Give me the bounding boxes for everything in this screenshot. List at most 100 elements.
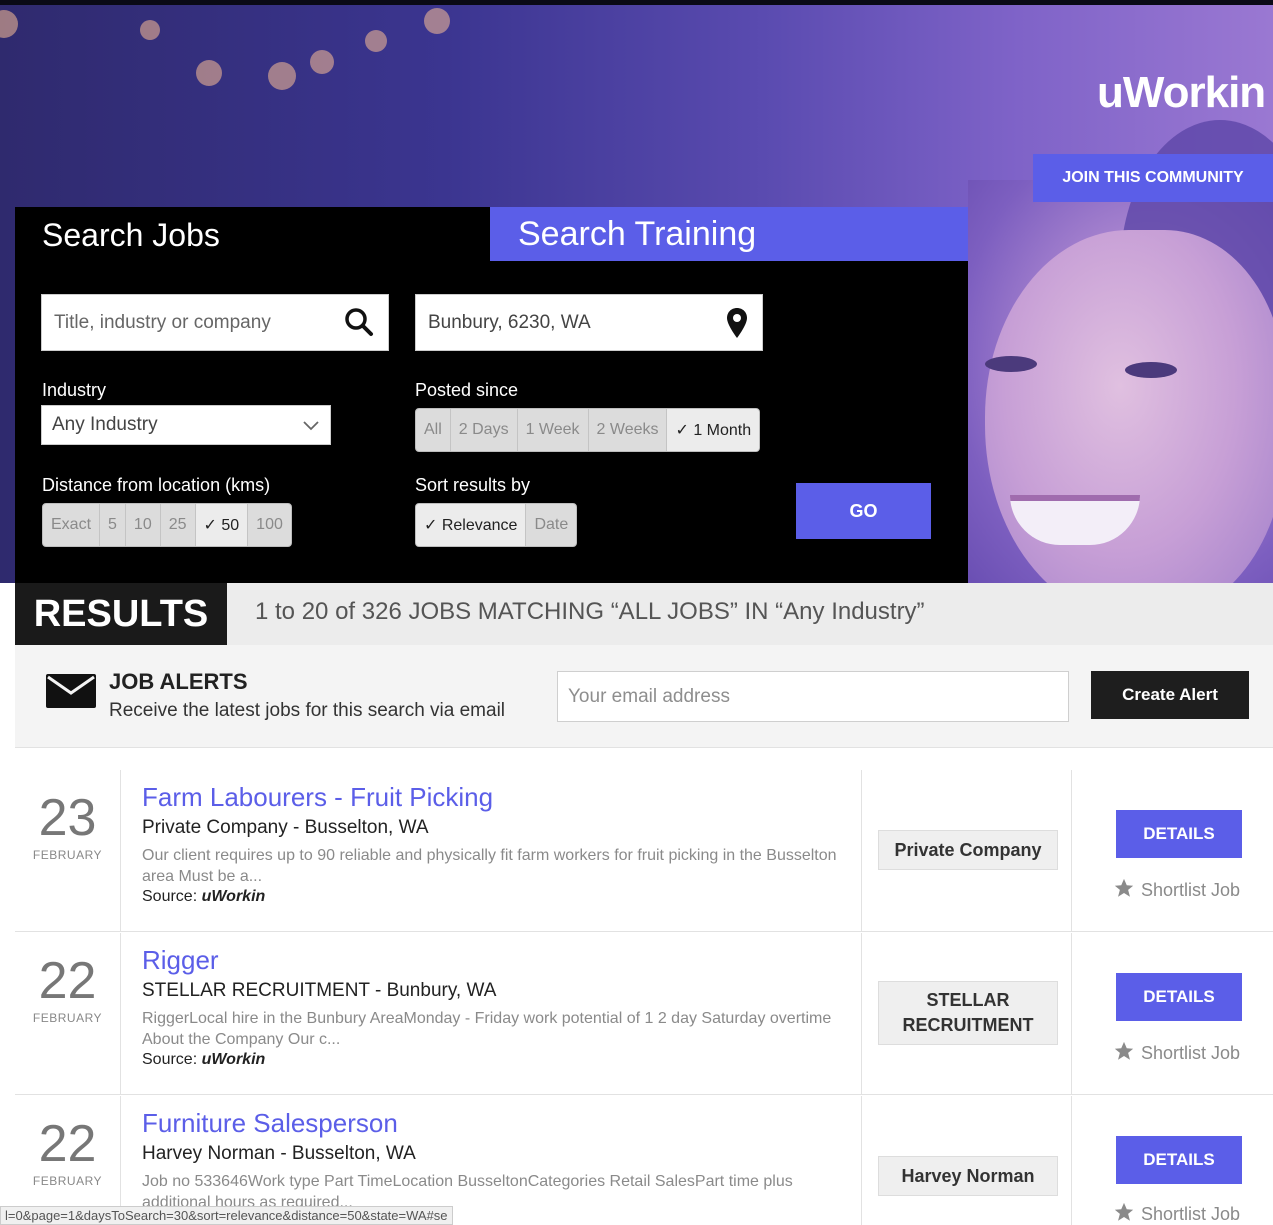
distance-option-25[interactable]: 25 — [161, 504, 196, 546]
job-source-name: uWorkin — [201, 888, 266, 905]
bokeh-light — [0, 10, 18, 38]
posted-option-1-month[interactable]: ✓ 1 Month — [667, 409, 760, 451]
bokeh-light — [196, 60, 222, 86]
industry-label: Industry — [42, 380, 107, 400]
distance-label: Distance from location (kms) — [42, 475, 271, 495]
email-field[interactable]: Your email address — [557, 671, 1069, 722]
results-summary: 1 to 20 of 326 JOBS MATCHING “ALL JOBS” … — [255, 598, 925, 625]
chevron-down-icon — [302, 416, 320, 440]
distance-toggle: Exact 5 10 25 ✓ 50 100 — [42, 503, 292, 547]
job-row: 22 FEBRUARY Rigger STELLAR RECRUITMENT -… — [15, 933, 1273, 1095]
job-title-link[interactable]: Furniture Salesperson — [142, 1108, 842, 1139]
job-source: Source: uWorkin — [142, 888, 842, 906]
job-company: Harvey Norman - Busselton, WA — [142, 1143, 416, 1164]
company-logo-column: Harvey Norman — [861, 1096, 1072, 1225]
top-border — [0, 0, 1273, 5]
star-icon — [1113, 1201, 1135, 1225]
posted-option-all[interactable]: All — [416, 409, 451, 451]
company-logo[interactable]: STELLAR RECRUITMENT — [878, 981, 1058, 1045]
distance-option-10[interactable]: 10 — [126, 504, 161, 546]
tab-search-training[interactable]: Search Training — [490, 207, 968, 261]
search-icon[interactable] — [344, 307, 374, 343]
job-title-link[interactable]: Rigger — [142, 945, 842, 976]
go-button[interactable]: GO — [796, 483, 931, 539]
star-icon — [1113, 877, 1135, 904]
job-company: STELLAR RECRUITMENT - Bunbury, WA — [142, 980, 497, 1001]
industry-value: Any Industry — [52, 414, 158, 435]
bokeh-light — [310, 50, 334, 74]
shortlist-job-link[interactable]: Shortlist Job — [1113, 1040, 1240, 1067]
page: uWorkin JOIN THIS COMMUNITY Search Jobs … — [0, 0, 1273, 1225]
sort-option-relevance[interactable]: ✓ Relevance — [416, 504, 527, 546]
job-description: RiggerLocal hire in the Bunbury AreaMond… — [142, 1010, 832, 1048]
results-bar: RESULTS 1 to 20 of 326 JOBS MATCHING “AL… — [15, 583, 1273, 645]
map-pin-icon[interactable] — [726, 307, 748, 345]
hero-photo-eye — [1125, 362, 1177, 378]
company-logo[interactable]: Private Company — [878, 830, 1058, 870]
job-description: Our client requires up to 90 reliable an… — [142, 847, 837, 885]
company-logo[interactable]: Harvey Norman — [878, 1156, 1058, 1196]
email-placeholder: Your email address — [568, 685, 730, 707]
job-source-label: Source: — [142, 888, 198, 905]
job-info: Furniture Salesperson Harvey Norman - Bu… — [142, 1108, 842, 1213]
bokeh-light — [268, 62, 296, 90]
posted-option-2-days[interactable]: 2 Days — [451, 409, 518, 451]
job-alerts-title: JOB ALERTS — [109, 669, 248, 694]
job-company: Private Company - Busselton, WA — [142, 817, 429, 838]
keyword-placeholder: Title, industry or company — [54, 311, 271, 333]
job-title-link[interactable]: Farm Labourers - Fruit Picking — [142, 782, 842, 813]
join-community-button[interactable]: JOIN THIS COMMUNITY — [1033, 154, 1273, 202]
create-alert-button[interactable]: Create Alert — [1091, 671, 1249, 719]
company-logo-column: STELLAR RECRUITMENT — [861, 933, 1072, 1095]
job-source-label: Source: — [142, 1051, 198, 1068]
job-info: Rigger STELLAR RECRUITMENT - Bunbury, WA… — [142, 945, 842, 1069]
bokeh-light — [424, 8, 450, 34]
brand-logo[interactable]: uWorkin — [1097, 68, 1266, 118]
location-value: Bunbury, 6230, WA — [428, 311, 591, 333]
shortlist-label: Shortlist Job — [1141, 880, 1241, 900]
job-date-day: 22 — [38, 952, 97, 1010]
shortlist-job-link[interactable]: Shortlist Job — [1113, 877, 1240, 904]
distance-option-5[interactable]: 5 — [100, 504, 126, 546]
company-logo-column: Private Company — [861, 770, 1072, 932]
job-date-day: 23 — [38, 789, 97, 847]
location-input[interactable]: Bunbury, 6230, WA — [415, 294, 763, 351]
results-heading: RESULTS — [15, 583, 227, 645]
bokeh-light — [365, 30, 387, 52]
shortlist-job-link[interactable]: Shortlist Job — [1113, 1201, 1240, 1225]
details-button[interactable]: DETAILS — [1116, 1136, 1242, 1184]
shortlist-label: Shortlist Job — [1141, 1043, 1241, 1063]
job-source: Source: uWorkin — [142, 1051, 842, 1069]
star-icon — [1113, 1040, 1135, 1067]
job-row: 23 FEBRUARY Farm Labourers - Fruit Picki… — [15, 770, 1273, 932]
sort-option-date[interactable]: Date — [526, 504, 576, 546]
details-button[interactable]: DETAILS — [1116, 973, 1242, 1021]
job-info: Farm Labourers - Fruit Picking Private C… — [142, 782, 842, 906]
job-date-month: FEBRUARY — [32, 848, 103, 862]
job-date-month: FEBRUARY — [32, 1011, 103, 1025]
job-source-name: uWorkin — [201, 1051, 266, 1068]
job-date: 22 FEBRUARY — [15, 933, 121, 1095]
job-alerts-subtitle: Receive the latest jobs for this search … — [109, 700, 506, 721]
distance-option-50[interactable]: ✓ 50 — [195, 504, 249, 546]
job-date: 23 FEBRUARY — [15, 770, 121, 932]
keyword-input[interactable]: Title, industry or company — [41, 294, 389, 351]
posted-since-label: Posted since — [415, 380, 519, 400]
bokeh-light — [140, 20, 160, 40]
tab-search-jobs[interactable]: Search Jobs — [42, 217, 220, 254]
job-date-month: FEBRUARY — [32, 1174, 103, 1188]
distance-option-exact[interactable]: Exact — [43, 504, 101, 546]
browser-status-bar: l=0&page=1&daysToSearch=30&sort=relevanc… — [0, 1206, 453, 1225]
industry-select[interactable]: Any Industry — [41, 405, 331, 445]
search-panel: Search Jobs Search Training Title, indus… — [15, 207, 968, 583]
job-alerts: JOB ALERTS Receive the latest jobs for t… — [15, 645, 1273, 748]
distance-option-100[interactable]: 100 — [248, 504, 291, 546]
hero-photo-eye — [985, 356, 1037, 372]
sort-toggle: ✓ Relevance Date — [415, 503, 578, 547]
posted-option-2-weeks[interactable]: 2 Weeks — [589, 409, 668, 451]
posted-since-toggle: All 2 Days 1 Week 2 Weeks ✓ 1 Month — [415, 408, 761, 452]
details-button[interactable]: DETAILS — [1116, 810, 1242, 858]
envelope-icon — [45, 673, 97, 714]
posted-option-1-week[interactable]: 1 Week — [518, 409, 589, 451]
shortlist-label: Shortlist Job — [1141, 1204, 1241, 1224]
